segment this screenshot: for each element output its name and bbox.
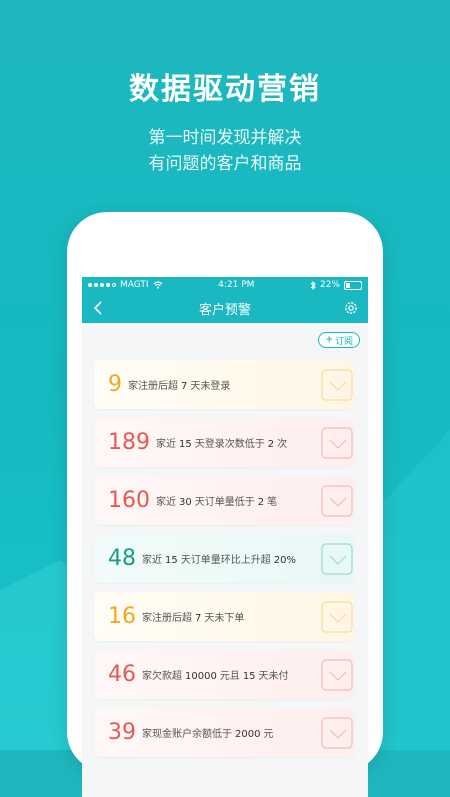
alert-text-part: 7	[181, 381, 188, 392]
plus-icon: +	[325, 335, 333, 345]
alert-text-part: 天登录次数低于	[194, 439, 265, 450]
alert-count: 160	[108, 488, 150, 513]
alert-text-part: 15	[165, 555, 178, 566]
alert-description: 家注册后超 7 天未登录	[128, 377, 233, 392]
alert-description: 家注册后超 7 天未下单	[142, 609, 247, 624]
alert-text-part: 家注册后超	[128, 381, 178, 392]
alert-card[interactable]: 46 家欠款超 10000 元且 15 天未付	[94, 650, 354, 699]
alert-text-part: 家注册后超	[142, 613, 192, 624]
alert-text-part: 次	[277, 439, 288, 450]
subline-1: 第一时间发现并解决	[148, 128, 302, 148]
alert-text-part: 元且	[219, 671, 240, 682]
alert-text-part: 2000	[235, 729, 261, 740]
back-button[interactable]	[90, 299, 106, 317]
chevron-left-icon	[93, 301, 102, 315]
alert-description: 家近 30 天订单量低于 2 笔	[156, 493, 280, 508]
headline: 数据驱动营销	[129, 72, 321, 107]
alert-text-part: 家近	[156, 497, 176, 508]
alert-description: 家近 15 天订单量环比上升超 20%	[142, 551, 299, 566]
alert-watermark-icon	[321, 369, 353, 401]
battery-percent: 22%	[319, 280, 340, 290]
alert-text-part: 10000	[185, 671, 217, 682]
alert-text-part: 7	[195, 613, 202, 624]
alert-text-part: 家现金账户余额低于	[142, 729, 232, 740]
alert-description: 家欠款超 10000 元且 15 天未付	[142, 667, 292, 682]
signal-icon	[88, 283, 116, 287]
alert-description: 家近 15 天登录次数低于 2 次	[156, 435, 290, 450]
alert-text-part: 2	[257, 497, 265, 508]
alert-card[interactable]: 48 家近 15 天订单量环比上升超 20%	[94, 534, 354, 583]
alert-watermark-icon	[321, 601, 353, 633]
status-time: 4:21 PM	[218, 280, 255, 290]
gear-icon[interactable]	[343, 300, 359, 316]
alert-text-part: 天未登录	[190, 381, 231, 392]
wifi-icon	[153, 281, 163, 289]
carrier-label: MAGTI	[120, 280, 149, 290]
alert-card[interactable]: 16 家注册后超 7 天未下单	[94, 592, 354, 641]
subscribe-button[interactable]: + 订阅	[318, 332, 360, 348]
phone-screen: MAGTI 4:21 PM 22% 客户预警 + 订阅 9 家注册后超 7 天未…	[82, 277, 368, 797]
alert-text-part: 天未下单	[204, 613, 245, 624]
alert-text-part: 15	[242, 671, 256, 682]
subscribe-label: 订阅	[334, 336, 353, 347]
alert-count: 16	[108, 604, 136, 629]
alert-watermark-icon	[321, 427, 353, 459]
alert-text-part: 15	[179, 439, 192, 450]
alert-list: 9 家注册后超 7 天未登录 189 家近 15 天登录次数低于 2 次 160 家近 30 天订单量低于…	[94, 360, 354, 766]
alert-watermark-icon	[321, 543, 353, 575]
alert-count: 46	[108, 662, 136, 687]
alert-watermark-icon	[321, 485, 353, 517]
alert-text-part: 家欠款超	[142, 671, 182, 682]
alert-watermark-icon	[321, 659, 353, 691]
bluetooth-icon	[310, 280, 316, 290]
alert-card[interactable]: 160 家近 30 天订单量低于 2 笔	[94, 476, 354, 525]
alert-text-part: 天未付	[258, 671, 289, 682]
alert-text-part: 家近	[156, 439, 176, 450]
status-bar: MAGTI 4:21 PM 22%	[82, 277, 368, 293]
page-title: 客户预警	[198, 302, 251, 318]
alert-count: 39	[108, 720, 136, 745]
alert-count: 48	[108, 546, 136, 571]
alert-description: 家现金账户余额低于 2000 元	[142, 725, 276, 740]
alert-text-part: 20%	[273, 555, 296, 566]
alert-card[interactable]: 9 家注册后超 7 天未登录	[94, 360, 354, 409]
alert-card[interactable]: 189 家近 15 天登录次数低于 2 次	[94, 418, 354, 467]
alert-count: 189	[108, 430, 150, 455]
subline-2: 有问题的客户和商品	[148, 154, 302, 174]
alert-text-part: 30	[179, 497, 192, 508]
alert-text-part: 天订单量低于	[194, 497, 255, 508]
alert-text-part: 天订单量环比上升超	[180, 555, 271, 566]
alert-watermark-icon	[321, 717, 353, 749]
nav-bar: 客户预警	[82, 293, 368, 323]
alert-text-part: 笔	[267, 497, 278, 508]
alert-text-part: 家近	[142, 555, 162, 566]
battery-icon	[343, 280, 362, 290]
phone-frame: MAGTI 4:21 PM 22% 客户预警 + 订阅 9 家注册后超 7 天未…	[67, 212, 383, 797]
alert-text-part: 2	[267, 439, 275, 450]
alert-count: 9	[108, 372, 122, 397]
alert-text-part: 元	[263, 729, 274, 740]
